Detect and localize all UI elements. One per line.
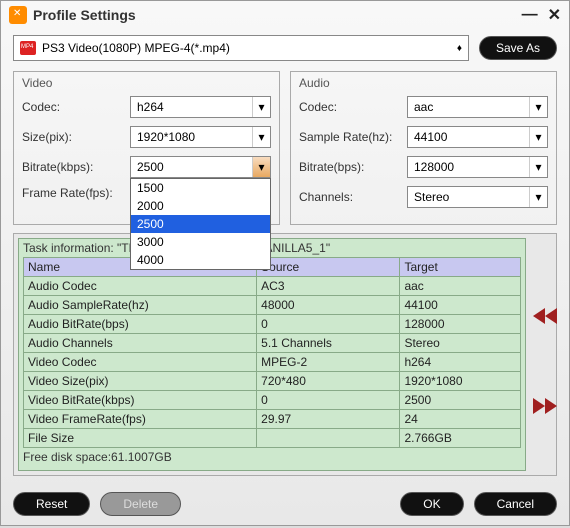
audio-channels-label: Channels: (299, 190, 407, 204)
close-button[interactable]: ✕ (548, 5, 561, 25)
video-legend: Video (22, 76, 271, 90)
chevron-down-icon: ▾ (252, 97, 270, 117)
table-header: Source (257, 258, 400, 277)
table-row: Video CodecMPEG-2h264 (24, 353, 521, 372)
bitrate-option-2000[interactable]: 2000 (131, 197, 270, 215)
table-header: Target (400, 258, 521, 277)
audio-samplerate-select[interactable]: 44100 ▾ (407, 126, 548, 148)
profile-value: PS3 Video(1080P) MPEG-4(*.mp4) (42, 41, 230, 55)
free-disk-space: Free disk space:61.1007GB (23, 450, 521, 464)
chevron-down-icon: ▾ (529, 127, 547, 147)
audio-codec-label: Codec: (299, 100, 407, 114)
reset-button[interactable]: Reset (13, 492, 90, 516)
table-row: File Size2.766GB (24, 429, 521, 448)
audio-channels-select[interactable]: Stereo ▾ (407, 186, 548, 208)
minimize-button[interactable]: — (522, 6, 538, 24)
table-row: Audio Channels5.1 ChannelsStereo (24, 334, 521, 353)
video-size-label: Size(pix): (22, 130, 130, 144)
audio-bitrate-label: Bitrate(bps): (299, 160, 407, 174)
chevron-down-icon: ▾ (529, 157, 547, 177)
bitrate-option-1500[interactable]: 1500 (131, 179, 270, 197)
bitrate-option-2500[interactable]: 2500 (131, 215, 270, 233)
video-codec-label: Codec: (22, 100, 130, 114)
bitrate-option-4000[interactable]: 4000 (131, 251, 270, 269)
profile-settings-window: Profile Settings — ✕ PS3 Video(1080P) MP… (0, 0, 570, 526)
chevron-down-icon: ▾ (529, 97, 547, 117)
audio-codec-select[interactable]: aac ▾ (407, 96, 548, 118)
chevron-down-icon: ▾ (529, 187, 547, 207)
table-row: Audio BitRate(bps)0128000 (24, 315, 521, 334)
prev-button[interactable] (530, 304, 560, 328)
video-codec-select[interactable]: h264 ▾ (130, 96, 271, 118)
video-bitrate-select[interactable]: 2500 ▾ (130, 156, 271, 178)
chevron-updown-icon: ♦ (457, 43, 462, 54)
task-panel: Task information: "TRANSFORMERS2_D1_VANI… (13, 233, 557, 476)
video-bitrate-dropdown: 1500 2000 2500 3000 4000 (130, 178, 271, 270)
titlebar: Profile Settings — ✕ (1, 1, 569, 29)
chevron-down-icon: ▾ (252, 157, 270, 177)
delete-button[interactable]: Delete (100, 492, 181, 516)
video-bitrate-label: Bitrate(kbps): (22, 160, 130, 174)
rewind-icon (533, 308, 557, 324)
video-size-select[interactable]: 1920*1080 ▾ (130, 126, 271, 148)
audio-legend: Audio (299, 76, 548, 90)
mp4-icon (20, 41, 36, 55)
footer: Reset Delete OK Cancel (1, 482, 569, 528)
app-icon (9, 6, 27, 24)
audio-group: Audio Codec: aac ▾ Sample Rate(hz): 4410… (290, 71, 557, 225)
task-table: NameSourceTarget Audio CodecAC3aacAudio … (23, 257, 521, 448)
cancel-button[interactable]: Cancel (474, 492, 557, 516)
table-row: Audio CodecAC3aac (24, 277, 521, 296)
audio-bitrate-select[interactable]: 128000 ▾ (407, 156, 548, 178)
table-row: Video BitRate(kbps)02500 (24, 391, 521, 410)
video-framerate-label: Frame Rate(fps): (22, 186, 130, 200)
bitrate-option-3000[interactable]: 3000 (131, 233, 270, 251)
chevron-down-icon: ▾ (252, 127, 270, 147)
task-title: Task information: "TRANSFORMERS2_D1_VANI… (23, 241, 521, 255)
next-button[interactable] (530, 394, 560, 418)
window-title: Profile Settings (33, 7, 136, 23)
save-as-button[interactable]: Save As (479, 36, 557, 60)
table-row: Audio SampleRate(hz)4800044100 (24, 296, 521, 315)
table-row: Video Size(pix)720*4801920*1080 (24, 372, 521, 391)
forward-icon (533, 398, 557, 414)
ok-button[interactable]: OK (400, 492, 463, 516)
video-group: Video Codec: h264 ▾ Size(pix): 1920*1080… (13, 71, 280, 225)
profile-select[interactable]: PS3 Video(1080P) MPEG-4(*.mp4) ♦ (13, 35, 469, 61)
table-row: Video FrameRate(fps)29.9724 (24, 410, 521, 429)
audio-samplerate-label: Sample Rate(hz): (299, 130, 407, 144)
